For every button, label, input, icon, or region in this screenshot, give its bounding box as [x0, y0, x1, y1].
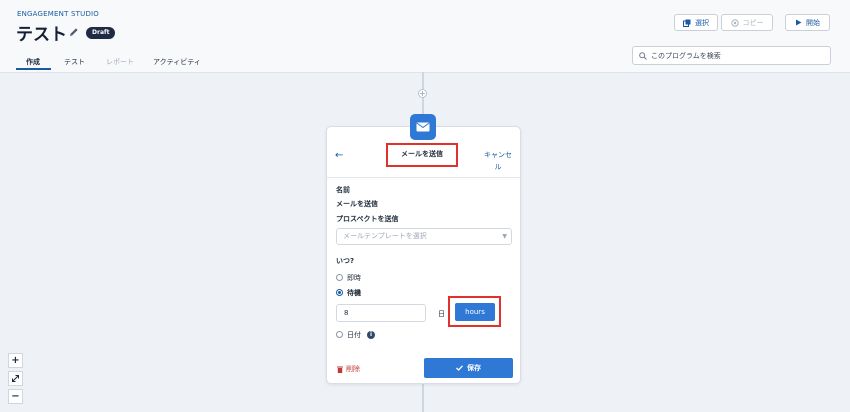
template-placeholder: メールテンプレートを選択 — [343, 232, 427, 240]
pencil-icon[interactable] — [69, 27, 79, 37]
wait-amount-input[interactable] — [336, 304, 426, 322]
page-title: テスト — [16, 25, 67, 45]
hours-button[interactable]: hours — [455, 303, 495, 321]
program-search[interactable] — [632, 46, 831, 65]
add-step-button[interactable]: + — [418, 89, 427, 98]
radio-wait[interactable] — [336, 289, 343, 296]
search-icon — [639, 52, 647, 60]
tab-report[interactable]: レポート — [106, 57, 134, 67]
radio-date[interactable] — [336, 331, 343, 338]
when-heading: いつ? — [336, 257, 355, 265]
fit-view-button[interactable] — [8, 371, 23, 386]
select-icon — [683, 19, 691, 27]
save-button[interactable]: 保存 — [424, 358, 513, 378]
zoom-out-button[interactable]: − — [8, 389, 23, 404]
select-button[interactable]: 選択 — [674, 14, 718, 31]
radio-date-label: 日付 — [347, 331, 361, 339]
template-select[interactable]: メールテンプレートを選択 ▼ — [336, 228, 512, 245]
name-heading: 名前 — [336, 186, 350, 194]
start-button[interactable]: 開始 — [785, 14, 830, 31]
copy-button[interactable]: コピー — [721, 14, 773, 31]
copy-label: コピー — [742, 18, 764, 27]
zoom-in-button[interactable]: + — [8, 353, 23, 368]
envelope-icon — [416, 122, 430, 132]
tab-build[interactable]: 作成 — [26, 57, 40, 67]
delete-label: 削除 — [346, 365, 360, 373]
active-tab-indicator — [16, 68, 51, 70]
copy-icon — [730, 18, 739, 27]
step-config-card: ← メールを送信 キャンセル 名前 メールを送信 プロスペクトを送信 メールテン… — [326, 126, 521, 384]
unit-label: 日 — [438, 310, 445, 318]
select-label: 選択 — [695, 18, 709, 27]
highlight-box-title — [386, 143, 458, 167]
start-label: 開始 — [806, 18, 820, 27]
search-input[interactable] — [651, 48, 827, 63]
action-heading: プロスペクトを送信 — [336, 215, 399, 223]
app-label: ENGAGEMENT STUDIO — [17, 10, 100, 18]
status-badge: Draft — [86, 27, 116, 39]
check-icon — [456, 365, 463, 371]
radio-immediate-label: 即時 — [347, 274, 361, 282]
delete-link[interactable]: 削除 — [337, 364, 360, 374]
play-icon — [796, 19, 802, 26]
cancel-link[interactable]: キャンセル — [482, 149, 514, 173]
radio-immediate[interactable] — [336, 274, 343, 281]
email-step-node[interactable] — [410, 114, 436, 140]
back-arrow-icon[interactable]: ← — [335, 150, 343, 161]
info-icon[interactable]: i — [367, 331, 375, 339]
chevron-down-icon: ▼ — [502, 233, 507, 240]
name-value: メールを送信 — [336, 200, 378, 208]
trash-icon — [337, 366, 343, 373]
expand-icon — [12, 375, 19, 382]
save-label: 保存 — [467, 364, 481, 372]
tab-test[interactable]: テスト — [64, 57, 85, 67]
tab-activity[interactable]: アクティビティ — [153, 57, 201, 67]
flow-connector-bottom — [422, 382, 424, 412]
radio-wait-label: 待機 — [347, 289, 361, 297]
program-header: ENGAGEMENT STUDIO テスト Draft 作成 テスト レポート … — [0, 0, 850, 73]
